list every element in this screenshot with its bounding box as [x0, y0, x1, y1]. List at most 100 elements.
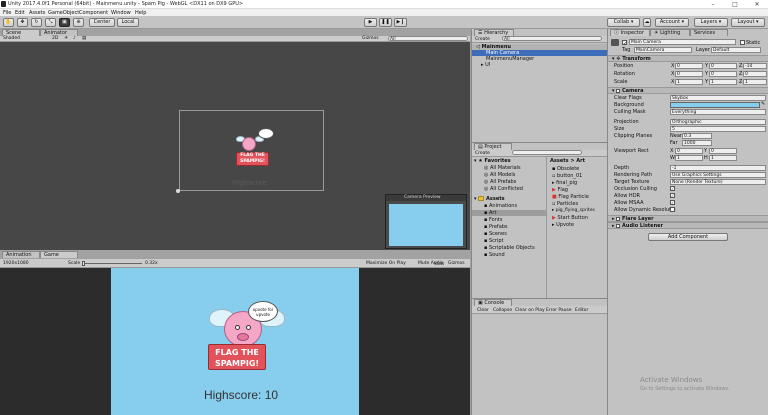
scene-search-input[interactable]: All [388, 36, 468, 42]
scale-y[interactable]: 1 [709, 79, 737, 85]
collab-dropdown[interactable]: Collab ▾ [607, 18, 640, 27]
project-search-input[interactable] [512, 150, 582, 155]
rect-tool-icon[interactable]: ▣ [59, 18, 70, 27]
camera-header[interactable]: ▾ Camera [608, 87, 768, 94]
folder-fonts[interactable]: ▪ Fonts [484, 217, 502, 223]
maximize-on-play-toggle[interactable]: Maximize On Play [366, 261, 406, 266]
target-texture-field[interactable]: None (Render Texture) [670, 179, 766, 185]
gizmos-toggle[interactable]: Gizmos [448, 261, 465, 266]
assets-header[interactable]: ▾ Assets [474, 196, 505, 202]
background-color-field[interactable] [670, 102, 760, 108]
flare-layer-checkbox[interactable] [616, 216, 621, 221]
cloud-icon[interactable]: ☁ [643, 18, 651, 27]
folder-scriptable-objects[interactable]: ▪ Scriptable Objects [484, 245, 535, 251]
layers-dropdown[interactable]: Layers ▾ [694, 18, 728, 27]
tag-dropdown[interactable]: MainCamera [634, 47, 692, 53]
scale-slider-thumb[interactable] [82, 261, 85, 266]
tab-scene[interactable]: Scene [2, 29, 40, 36]
hierarchy-create-dropdown[interactable]: Create [475, 37, 490, 42]
console-collapse-button[interactable]: Collapse [493, 308, 512, 313]
tab-animator[interactable]: Animator [40, 29, 78, 36]
effects-toggle-icon[interactable]: ▤ [82, 36, 86, 41]
close-icon[interactable]: ✕ [746, 0, 768, 9]
rendering-path-dropdown[interactable]: Use Graphics Settings [670, 172, 766, 178]
layout-dropdown[interactable]: Layout ▾ [731, 18, 765, 27]
account-dropdown[interactable]: Account ▾ [655, 18, 689, 27]
scene-view[interactable]: FLAG THE SPAMPIG! Highscore Camera Previ… [0, 42, 470, 250]
move-tool-icon[interactable]: ✥ [17, 18, 28, 27]
object-name-field[interactable]: Main Camera [629, 39, 736, 45]
viewport-h[interactable]: 1 [709, 155, 737, 161]
scale-x[interactable]: 1 [675, 79, 703, 85]
favorite-all-models[interactable]: ◎ All Models [484, 172, 515, 178]
resolution-dropdown[interactable]: 1920x1080 [3, 261, 29, 266]
canvas-origin-handle[interactable] [176, 189, 180, 193]
file-particles[interactable]: ▫ Particles [552, 201, 578, 207]
play-button[interactable]: ▶ [364, 18, 377, 27]
eyedropper-icon[interactable]: ✎ [761, 101, 765, 107]
minimize-icon[interactable]: – [702, 0, 724, 9]
console-error-pause-button[interactable]: Error Pause [546, 308, 572, 313]
shading-mode-dropdown[interactable]: Shaded [3, 36, 20, 41]
hand-tool-icon[interactable]: ✋ [3, 18, 14, 27]
console-editor-dropdown[interactable]: Editor [575, 308, 588, 313]
favorites-header[interactable]: ▾ ★ Favorites [474, 158, 511, 164]
pivot-center-toggle[interactable]: Center [89, 18, 115, 27]
hierarchy-item-ui[interactable]: ▸ UI [472, 62, 608, 68]
scale-z[interactable]: 1 [743, 79, 767, 85]
allow-msaa-checkbox[interactable]: ✓ [670, 200, 675, 205]
file-upvote[interactable]: ▸ Upvote [552, 222, 574, 228]
rotate-tool-icon[interactable]: ↻ [31, 18, 42, 27]
viewport-w[interactable]: 1 [675, 155, 703, 161]
scene-gizmos-dropdown[interactable]: Gizmos [362, 36, 379, 41]
game-view[interactable]: upvote for upvote FLAG THE SPAMPIG! High… [0, 268, 470, 415]
position-z[interactable]: -10 [743, 63, 767, 69]
viewport-x[interactable]: 0 [675, 148, 703, 154]
audio-listener-checkbox[interactable] [616, 223, 621, 228]
position-y[interactable]: 0 [709, 63, 737, 69]
step-button[interactable]: ▶❙ [394, 18, 407, 27]
file-button-01[interactable]: ▫ button_01 [552, 173, 582, 179]
transform-tool-icon[interactable]: ⊕ [73, 18, 84, 27]
folder-scenes[interactable]: ▪ Scenes [484, 231, 507, 237]
tab-hierarchy[interactable]: ☰ Hierarchy [474, 29, 514, 36]
viewport-y[interactable]: 0 [709, 148, 737, 154]
near-field[interactable]: 0.3 [682, 133, 712, 139]
tab-lighting[interactable]: ☀ Lighting [650, 29, 690, 36]
project-breadcrumb[interactable]: Assets > Art [550, 158, 585, 164]
far-field[interactable]: 1000 [682, 140, 712, 146]
tab-inspector[interactable]: ⓘ Inspector [610, 29, 650, 36]
pause-button[interactable]: ❚❚ [379, 18, 392, 27]
folder-prefabs[interactable]: ▪ Prefabs [484, 224, 508, 230]
audio-listener-header[interactable]: ▸ Audio Listener [608, 222, 768, 229]
console-clear-on-play-button[interactable]: Clear on Play [515, 308, 545, 313]
culling-mask-dropdown[interactable]: Everything [670, 109, 766, 115]
rotation-y[interactable]: 0 [709, 71, 737, 77]
hierarchy-search-input[interactable]: All [502, 36, 602, 42]
stats-toggle[interactable]: Stats [434, 261, 444, 266]
add-component-button[interactable]: Add Component [648, 233, 728, 241]
tab-console[interactable]: ▣ Console [474, 299, 512, 306]
rotation-z[interactable]: 0 [743, 71, 767, 77]
position-x[interactable]: 0 [675, 63, 703, 69]
file-flag-particle[interactable]: ■ Flag Particle [552, 194, 589, 200]
scale-slider-track[interactable] [82, 263, 142, 264]
file-obsolete[interactable]: ▪ Obsolete [552, 166, 579, 172]
lighting-toggle-icon[interactable]: ☀ [64, 36, 68, 41]
file-flag[interactable]: ▶ Flag [552, 187, 568, 193]
file-start-button[interactable]: ▶ Start Button [552, 215, 588, 221]
folder-animations[interactable]: ▪ Animations [484, 203, 517, 209]
flare-layer-header[interactable]: ▸ Flare Layer [608, 215, 768, 222]
2d-toggle[interactable]: 2D [52, 36, 58, 41]
size-field[interactable]: 5 [670, 126, 766, 132]
occlusion-culling-checkbox[interactable]: ✓ [670, 186, 675, 191]
maximize-icon[interactable]: □ [724, 0, 746, 9]
favorite-all-conflicted[interactable]: ◎ All Conflicted [484, 186, 523, 192]
depth-field[interactable]: -1 [670, 165, 766, 171]
transform-header[interactable]: ▾ ✥ Transform [608, 55, 768, 62]
static-checkbox[interactable] [740, 40, 745, 45]
file-pig-flying-sprites[interactable]: ▸ pig_flying_sprites [552, 208, 595, 214]
audio-toggle-icon[interactable]: ♪ [73, 36, 76, 41]
flag-the-spampig-button[interactable]: FLAG THE SPAMPIG! [208, 344, 266, 370]
active-checkbox[interactable]: ✓ [622, 40, 627, 47]
